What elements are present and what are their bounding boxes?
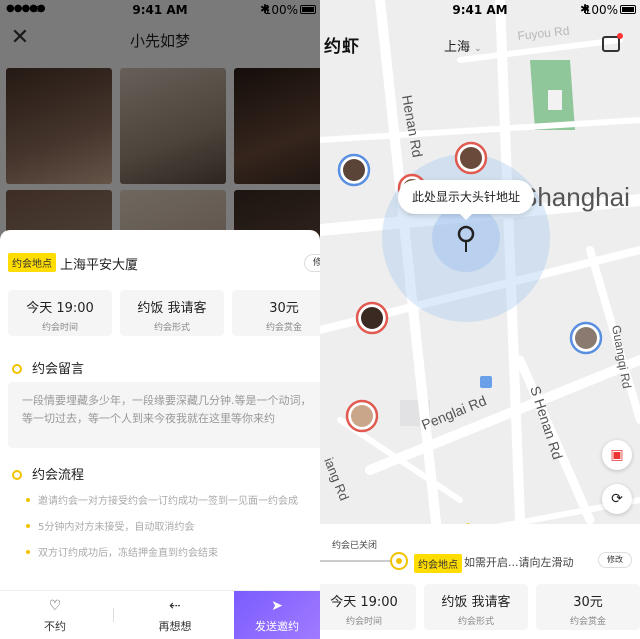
status-text: 约会已关闭 xyxy=(332,541,378,551)
card-value: 约饭 我请客 xyxy=(137,301,207,316)
city-selector[interactable]: 上海 ⌄ xyxy=(444,36,482,55)
rethink-button[interactable]: ⇠ 再想想 xyxy=(120,591,230,639)
list-item: 5分钟内对方未接受，自动取消约会 xyxy=(26,518,194,533)
card-label: 约会赏金 xyxy=(569,617,606,627)
status-bar: 9:41 AM ✱ 100% xyxy=(320,0,640,20)
map-screen: Fuyou Rd Henan Rd Shanghai Guangqi Rd Pe… xyxy=(320,0,640,639)
address-tag: 约会地点 xyxy=(8,253,56,272)
modify-button[interactable]: 修改 xyxy=(304,254,320,272)
section-dot-icon xyxy=(12,364,22,374)
divider xyxy=(113,608,114,622)
card-value: 约饭 我请客 xyxy=(441,595,511,610)
address-row: 约会地点 上海平安大厦 修改 xyxy=(8,252,320,274)
broken-heart-icon: ♡ xyxy=(48,598,62,614)
message-section-title: 约会留言 xyxy=(12,358,84,377)
form-card[interactable]: 约饭 我请客 约会形式 xyxy=(424,584,528,630)
pin-address-callout[interactable]: 此处显示大头针地址 xyxy=(398,180,534,220)
avatar[interactable] xyxy=(355,301,389,335)
form-card[interactable]: 约饭 我请客 约会形式 xyxy=(120,290,224,336)
back-arrow-icon: ⇠ xyxy=(169,598,181,614)
avatar[interactable] xyxy=(337,153,371,187)
avatar[interactable] xyxy=(569,321,603,355)
card-label: 约会时间 xyxy=(345,617,382,627)
card-label: 约会时间 xyxy=(41,323,78,333)
card-label: 约会赏金 xyxy=(265,323,302,333)
message-icon[interactable] xyxy=(602,33,623,52)
send-invite-button[interactable]: ➤ 发送邀约 xyxy=(234,591,320,639)
toggle-slider[interactable] xyxy=(390,552,408,570)
card-label: 约会形式 xyxy=(457,617,494,627)
flow-section-title: 约会流程 xyxy=(12,464,84,483)
swipe-hint: 如需开启...请向左滑动 xyxy=(464,556,574,569)
message-text: 一段情要埋藏多少年，一段缘要深藏几分钟.等是一个动词，等一切过去，等一个人到来今… xyxy=(8,382,320,448)
invitation-sheet: 约会地点 上海平安大厦 修改 今天 19:00 约会时间 约饭 我请客 约会形式… xyxy=(0,230,320,639)
card-value: 30元 xyxy=(269,301,299,316)
address-tag: 约会地点 xyxy=(414,554,462,573)
dislike-button[interactable]: ♡ 不约 xyxy=(0,591,110,639)
battery-icon xyxy=(620,5,636,14)
card-value: 今天 19:00 xyxy=(26,301,94,316)
card-value: 30元 xyxy=(573,595,603,610)
chevron-down-icon: ⌄ xyxy=(474,44,482,54)
chevron-up-icon[interactable]: ︿ xyxy=(456,512,480,531)
card-label: 约会形式 xyxy=(153,323,190,333)
time-card[interactable]: 今天 19:00 约会时间 xyxy=(320,584,416,630)
avatar[interactable] xyxy=(345,399,379,433)
reward-card[interactable]: 30元 约会赏金 xyxy=(232,290,320,336)
list-item: 邀请约会一对方接受约会一订约成功一签到一见面一约会成 xyxy=(26,492,298,507)
modify-button[interactable]: 修改 xyxy=(598,552,632,568)
paper-plane-icon: ➤ xyxy=(271,598,283,614)
avatar[interactable] xyxy=(454,141,488,175)
locate-icon[interactable]: ⟳ xyxy=(602,484,632,514)
time-card[interactable]: 今天 19:00 约会时间 xyxy=(8,290,112,336)
action-bar: ♡ 不约 ⇠ 再想想 ➤ 发送邀约 xyxy=(0,590,320,639)
address-text: 上海平安大厦 xyxy=(60,258,139,273)
invitation-screen: ●●●●● ≋ 9:41 AM ✱ 100% ✕ 小先如梦 约会地点 上海平安大… xyxy=(0,0,320,639)
card-value: 今天 19:00 xyxy=(330,595,398,610)
date-panel: 约会已关闭 约会地点 如需开启...请向左滑动 修改 今天 19:00 约会时间… xyxy=(320,524,640,639)
section-dot-icon xyxy=(12,470,22,480)
reward-card[interactable]: 30元 约会赏金 xyxy=(536,584,640,630)
battery-text: 100% xyxy=(583,3,618,17)
slider-track xyxy=(320,560,400,562)
app-logo: 约虾 xyxy=(324,37,360,57)
list-item: 双方订约成功后，冻结押金直到约会结束 xyxy=(26,544,218,559)
red-packet-icon[interactable]: ▣ xyxy=(602,440,632,470)
map-label: Shanghai xyxy=(520,182,630,212)
